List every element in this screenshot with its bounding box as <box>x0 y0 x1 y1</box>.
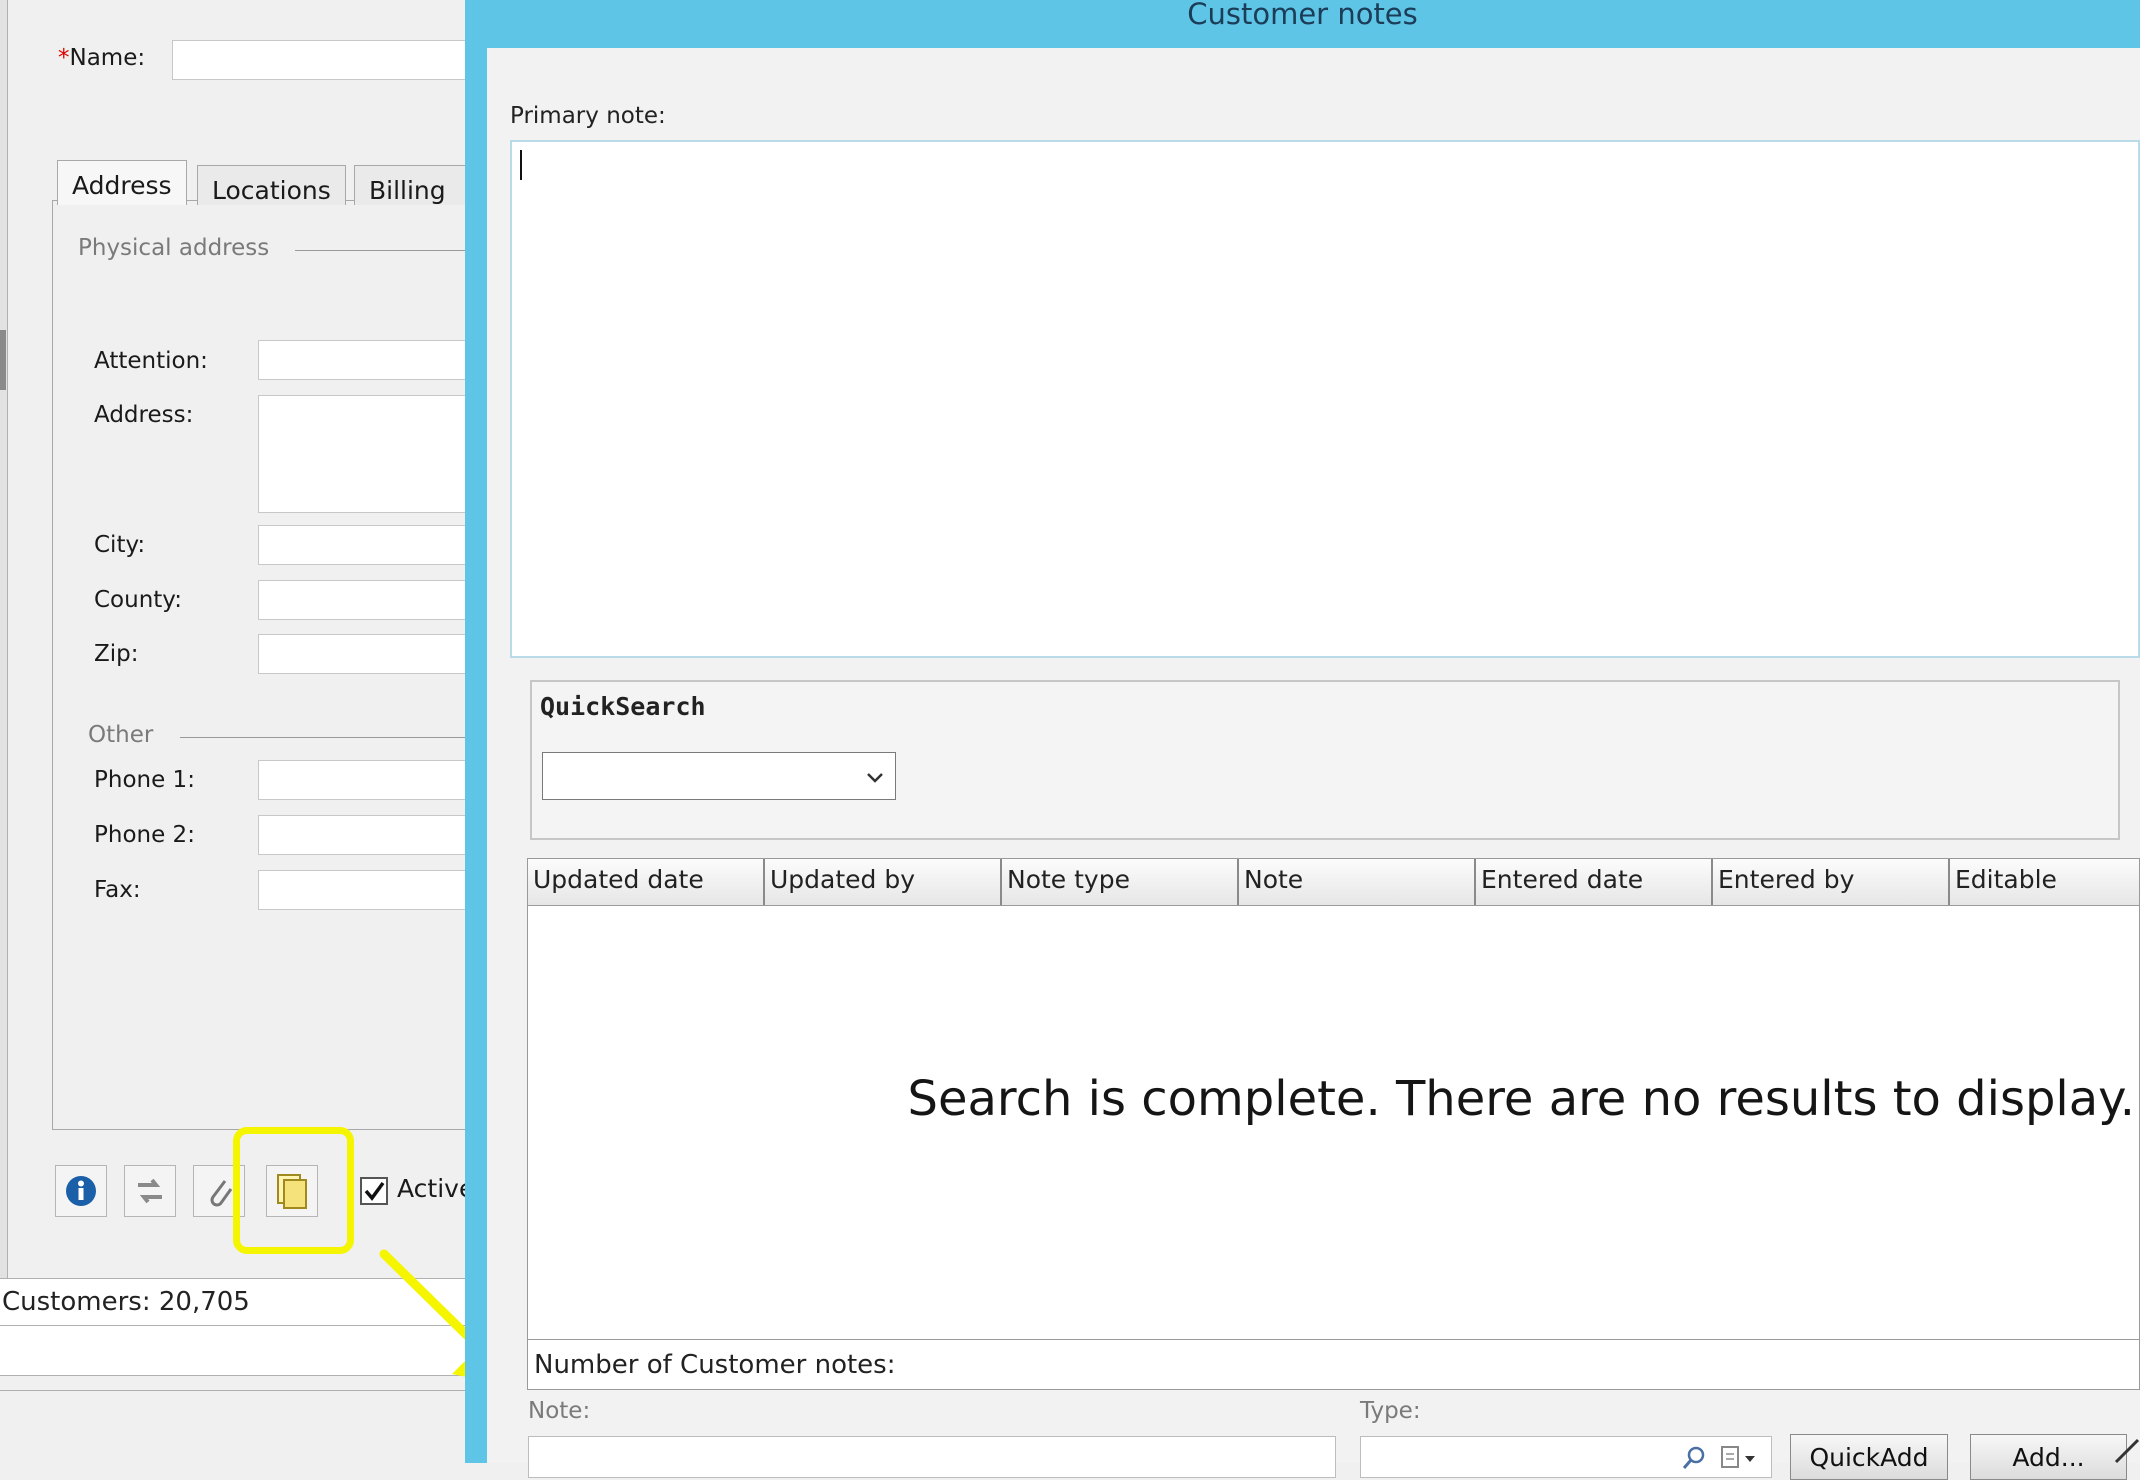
physical-address-label: Physical address <box>78 235 270 261</box>
column-note-type[interactable]: Note type <box>1002 859 1239 905</box>
column-entered-date[interactable]: Entered date <box>1476 859 1713 905</box>
search-icon[interactable] <box>1681 1445 1707 1471</box>
swap-arrows-icon <box>138 1178 162 1204</box>
lookup-menu-icon[interactable] <box>1719 1444 1759 1472</box>
fax-input[interactable] <box>258 870 473 910</box>
note-label: Note: <box>528 1398 591 1424</box>
tab-billing[interactable]: Billing <box>354 165 474 205</box>
quicksearch-label: QuickSearch <box>540 692 706 721</box>
address-label: Address: <box>94 402 194 428</box>
quicksearch-panel: QuickSearch <box>530 680 2120 840</box>
notes-button-highlight <box>233 1127 354 1254</box>
phone2-label: Phone 2: <box>94 822 195 848</box>
customer-notes-dialog: Customer notes Primary note: QuickSearch… <box>465 0 2140 1480</box>
group-divider <box>180 737 475 738</box>
text-cursor <box>520 150 522 180</box>
active-checkbox[interactable] <box>360 1177 388 1205</box>
window-edge-grip <box>0 330 6 390</box>
column-updated-by[interactable]: Updated by <box>765 859 1002 905</box>
info-button[interactable] <box>55 1165 107 1217</box>
swap-button[interactable] <box>124 1165 176 1217</box>
customers-count: Customers: 20,705 <box>2 1287 250 1317</box>
window-left-edge <box>0 0 8 1290</box>
column-editable[interactable]: Editable <box>1950 859 2140 905</box>
name-label: *Name: <box>58 45 146 71</box>
type-input[interactable] <box>1360 1436 1772 1478</box>
active-label: Active <box>397 1174 475 1203</box>
county-label: County: <box>94 587 182 613</box>
chevron-down-icon <box>867 773 883 783</box>
county-input[interactable] <box>258 580 473 620</box>
column-updated-date[interactable]: Updated date <box>528 859 765 905</box>
empty-results-message: Search is complete. There are no results… <box>907 1071 2135 1127</box>
notes-count-label: Number of Customer notes: <box>534 1350 896 1380</box>
column-note[interactable]: Note <box>1239 859 1476 905</box>
phone2-input[interactable] <box>258 815 473 855</box>
column-entered-by[interactable]: Entered by <box>1713 859 1950 905</box>
dialog-title: Customer notes <box>1187 0 1418 31</box>
resize-grip-icon[interactable] <box>2112 1436 2140 1464</box>
zip-label: Zip: <box>94 641 139 667</box>
fax-label: Fax: <box>94 877 141 903</box>
note-input[interactable] <box>528 1436 1336 1478</box>
info-icon <box>66 1176 96 1206</box>
grid-header: Updated date Updated by Note type Note E… <box>528 859 2139 906</box>
checkmark-icon <box>364 1181 385 1201</box>
tab-address[interactable]: Address <box>57 160 187 205</box>
primary-note-label: Primary note: <box>510 103 666 129</box>
dialog-body: Primary note: QuickSearch Updated date U… <box>487 48 2140 1480</box>
city-input[interactable] <box>258 525 473 565</box>
attention-label: Attention: <box>94 348 208 374</box>
attention-input[interactable] <box>258 340 473 380</box>
tab-locations[interactable]: Locations <box>197 165 346 205</box>
zip-input[interactable] <box>258 634 473 674</box>
group-divider <box>295 250 475 251</box>
attachment-icon <box>210 1180 233 1207</box>
type-label: Type: <box>1360 1398 1421 1424</box>
other-label: Other <box>88 722 154 748</box>
notes-grid: Updated date Updated by Note type Note E… <box>527 858 2140 1340</box>
quickadd-button[interactable]: QuickAdd <box>1790 1434 1948 1480</box>
notes-count-bar: Number of Customer notes: <box>527 1340 2140 1390</box>
phone1-label: Phone 1: <box>94 767 195 793</box>
address-input[interactable] <box>258 395 473 513</box>
primary-note-textarea[interactable] <box>510 140 2140 658</box>
name-input[interactable] <box>172 40 472 80</box>
quicksearch-dropdown[interactable] <box>542 752 896 800</box>
city-label: City: <box>94 532 146 558</box>
phone1-input[interactable] <box>258 760 473 800</box>
add-button[interactable]: Add... <box>1970 1434 2127 1480</box>
